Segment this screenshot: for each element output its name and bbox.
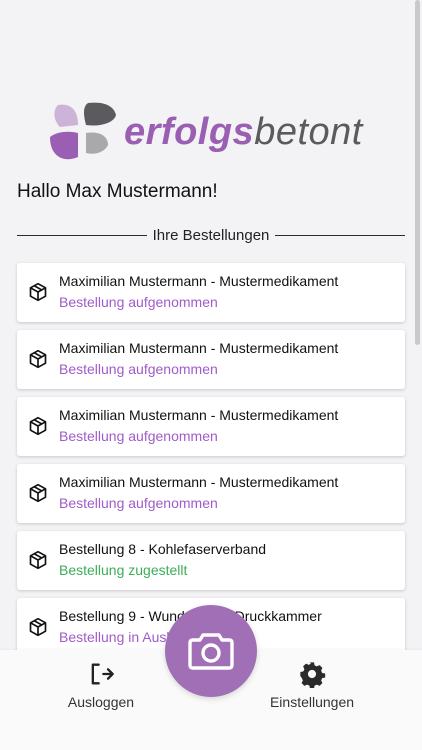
brand-name-light: betont (254, 111, 363, 153)
divider-line-right (275, 234, 405, 236)
order-status: Bestellung zugestellt (59, 562, 188, 578)
order-title: Maximilian Mustermann - Mustermedikament (59, 273, 339, 289)
package-icon (29, 416, 47, 436)
order-title: Maximilian Mustermann - Mustermedikament (59, 407, 339, 423)
logout-button[interactable]: Ausloggen (46, 660, 156, 710)
scrollbar[interactable] (415, 0, 420, 345)
order-title: Maximilian Mustermann - Mustermedikament (59, 340, 339, 356)
order-card[interactable]: Maximilian Mustermann - Mustermedikament… (17, 263, 405, 322)
settings-label: Einstellungen (269, 694, 355, 710)
logout-label: Ausloggen (67, 694, 135, 710)
order-card[interactable]: Maximilian Mustermann - Mustermedikament… (17, 464, 405, 523)
gear-icon (300, 662, 326, 688)
orders-section-label: Ihre Bestellungen (152, 226, 270, 244)
order-status: Bestellung aufgenommen (59, 294, 218, 310)
divider-line-left (17, 234, 147, 236)
order-card[interactable]: Bestellung 8 - Kohlefaserverband Bestell… (17, 531, 405, 590)
brand-logo: erfolgsbetont (48, 100, 378, 164)
settings-button[interactable]: Einstellungen (257, 660, 367, 710)
greeting-heading: Hallo Max Mustermann! (17, 181, 218, 202)
camera-icon (188, 633, 234, 670)
package-icon (29, 349, 47, 369)
brand-name-bold: erfolgs (124, 111, 255, 153)
package-icon (29, 483, 47, 503)
order-card[interactable]: Maximilian Mustermann - Mustermedikament… (17, 330, 405, 389)
order-card[interactable]: Maximilian Mustermann - Mustermedikament… (17, 397, 405, 456)
camera-button[interactable] (165, 605, 257, 697)
order-status: Bestellung aufgenommen (59, 361, 218, 377)
package-icon (29, 617, 47, 637)
brand-wordmark: erfolgsbetont (124, 113, 363, 151)
order-status: Bestellung aufgenommen (59, 495, 218, 511)
app-screen: erfolgsbetont Hallo Max Mustermann! Ihre… (0, 0, 422, 750)
orders-section-header: Ihre Bestellungen (17, 224, 405, 246)
logo-mark-icon (50, 102, 116, 160)
order-title: Bestellung 8 - Kohlefaserverband (59, 541, 267, 557)
order-title: Maximilian Mustermann - Mustermedikament (59, 474, 339, 490)
order-status: Bestellung aufgenommen (59, 428, 218, 444)
package-icon (29, 282, 47, 302)
package-icon (29, 550, 47, 570)
logout-icon (91, 663, 114, 685)
